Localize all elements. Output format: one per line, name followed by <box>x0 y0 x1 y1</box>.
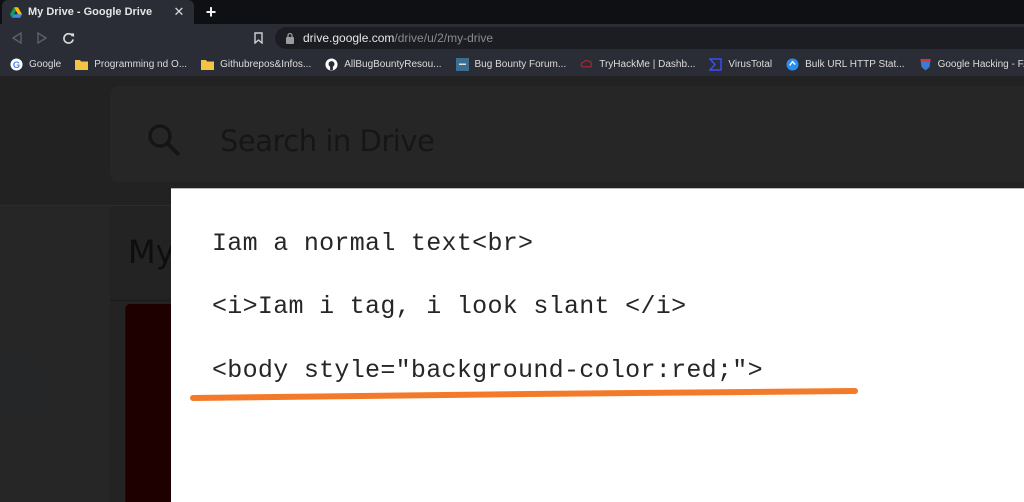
bookmark-page-button[interactable] <box>250 29 266 47</box>
forward-arrow-icon <box>37 32 47 44</box>
tryhackme-icon <box>580 58 593 71</box>
divider <box>110 300 172 301</box>
search-icon[interactable] <box>146 122 182 158</box>
bookmark-tryhackme[interactable]: TryHackMe | Dashb... <box>580 58 695 71</box>
bookmark-virustotal[interactable]: VirusTotal <box>709 57 772 71</box>
page-title: My <box>128 233 175 271</box>
bookmark-folder-programming[interactable]: Programming nd O... <box>75 58 187 71</box>
browser-toolbar: drive.google.com/drive/u/2/my-drive <box>0 24 1024 52</box>
url-host: drive.google.com <box>303 31 395 45</box>
code-line-italic-tag: <i>Iam i tag, i look slant </i> <box>212 292 687 321</box>
forward-button[interactable] <box>33 29 51 47</box>
google-icon: G <box>10 57 23 71</box>
highlight-underline <box>190 388 858 401</box>
bookmark-bulk-url-http[interactable]: Bulk URL HTTP Stat... <box>786 57 905 71</box>
shield-icon <box>919 58 932 71</box>
code-snippet-panel: Iam a normal text<br> <i>Iam i tag, i lo… <box>171 189 1024 502</box>
bookmark-allbugbounty[interactable]: AllBugBountyResou... <box>325 57 442 71</box>
plus-icon[interactable]: + <box>202 1 220 23</box>
back-button[interactable] <box>8 29 26 47</box>
address-bar[interactable]: drive.google.com/drive/u/2/my-drive <box>275 27 1024 49</box>
svg-text:G: G <box>13 59 20 69</box>
globe-icon <box>786 57 799 71</box>
close-icon[interactable]: ✕ <box>172 4 186 20</box>
reload-button[interactable] <box>59 29 77 47</box>
code-line-body-style: <body style="background-color:red;"> <box>212 356 763 385</box>
code-line-normal-text: Iam a normal text<br> <box>212 229 534 258</box>
bookmark-google-hacking[interactable]: Google Hacking - F... <box>919 58 1024 71</box>
bookmark-bug-bounty-forum[interactable]: Bug Bounty Forum... <box>455 57 566 71</box>
bookmarks-bar: G Google Programming nd O... Githubrepos… <box>0 52 1024 76</box>
forum-icon <box>455 57 469 71</box>
sidebar-item[interactable] <box>0 355 40 415</box>
bookmark-google[interactable]: G Google <box>10 57 61 71</box>
lock-icon <box>286 32 294 44</box>
tab-strip: My Drive - Google Drive ✕ + <box>0 0 1024 24</box>
virustotal-icon <box>709 57 723 71</box>
folder-icon <box>201 58 215 71</box>
back-arrow-icon <box>12 32 22 44</box>
browser-tab-my-drive[interactable]: My Drive - Google Drive ✕ <box>2 0 194 24</box>
google-drive-icon <box>10 6 22 18</box>
folder-icon <box>75 58 89 71</box>
bookmark-folder-githubrepos[interactable]: Githubrepos&Infos... <box>201 58 311 71</box>
drive-sidebar <box>0 206 110 502</box>
search-input-placeholder[interactable]: Search in Drive <box>220 124 435 158</box>
reload-icon <box>62 32 74 44</box>
tab-title: My Drive - Google Drive <box>28 6 153 18</box>
github-icon <box>325 57 338 71</box>
file-thumbnail-card[interactable] <box>125 304 173 502</box>
url-path: /drive/u/2/my-drive <box>394 31 494 45</box>
bookmark-icon <box>253 32 263 44</box>
